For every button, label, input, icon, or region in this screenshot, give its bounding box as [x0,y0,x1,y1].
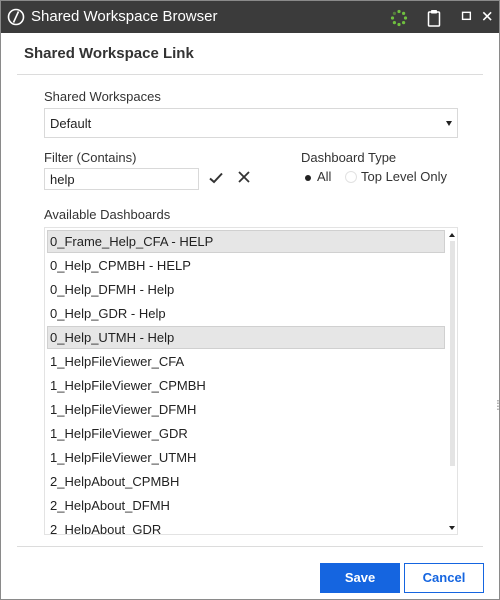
list-item[interactable]: 1_HelpFileViewer_CPMBH [47,374,445,397]
dialog-title: Shared Workspace Link [24,45,194,62]
shared-workspaces-selected-value: Default [50,116,92,131]
available-dashboards-list[interactable]: 0_Frame_Help_CFA - HELP 0_Help_CPMBH - HE… [44,227,458,535]
header-divider [17,74,483,75]
radio-top-level-only-label: Top Level Only [361,169,447,184]
save-button[interactable]: Save [320,563,400,593]
list-item[interactable]: 2_HelpAbout_CPMBH [47,470,445,493]
scrollbar-thumb[interactable] [450,241,455,466]
dashboard-type-label: Dashboard Type [301,150,397,165]
chevron-down-icon [446,121,452,126]
radio-unchecked-icon [345,171,357,183]
radio-checked-icon [301,171,313,183]
cancel-button[interactable]: Cancel [404,563,484,593]
title-bar[interactable]: Shared Workspace Browser [1,1,499,33]
close-icon[interactable] [481,10,495,24]
list-item[interactable]: 0_Help_UTMH - Help [47,326,445,349]
restore-icon[interactable] [461,10,475,24]
loading-spinner-icon [390,9,408,27]
list-item[interactable]: 0_Help_GDR - Help [47,302,445,325]
shared-workspaces-select[interactable]: Default [44,108,458,138]
list-item[interactable]: 2_HelpAbout_DFMH [47,494,445,517]
list-item[interactable]: 0_Frame_Help_CFA - HELP [47,230,445,253]
available-dashboards-label: Available Dashboards [44,207,171,222]
resize-edge-mark: ⁞ [496,397,500,413]
list-item[interactable]: 1_HelpFileViewer_DFMH [47,398,445,421]
filter-label: Filter (Contains) [44,150,137,165]
list-item[interactable]: 0_Help_CPMBH - HELP [47,254,445,277]
filter-input[interactable] [44,168,199,190]
shared-workspaces-label: Shared Workspaces [44,89,161,104]
list-item[interactable]: 1_HelpFileViewer_UTMH [47,446,445,469]
app-logo-icon [7,8,25,26]
clear-x-icon[interactable] [236,169,252,185]
clipboard-icon[interactable] [425,9,443,27]
list-item[interactable]: 0_Help_DFMH - Help [47,278,445,301]
scrollbar[interactable] [447,228,457,534]
scroll-up-arrow-icon[interactable] [449,233,455,237]
list-item[interactable]: 1_HelpFileViewer_CFA [47,350,445,373]
shared-workspace-browser-window: Shared Workspace Browser Shared Workspac… [0,0,500,600]
window-title: Shared Workspace Browser [31,8,218,25]
scroll-down-arrow-icon[interactable] [449,526,455,530]
list-item[interactable]: 1_HelpFileViewer_GDR [47,422,445,445]
list-item[interactable]: 2_HelpAbout_GDR [47,518,445,534]
checkmark-icon[interactable] [208,170,224,186]
radio-all-label: All [317,169,332,184]
footer-divider [17,546,483,547]
